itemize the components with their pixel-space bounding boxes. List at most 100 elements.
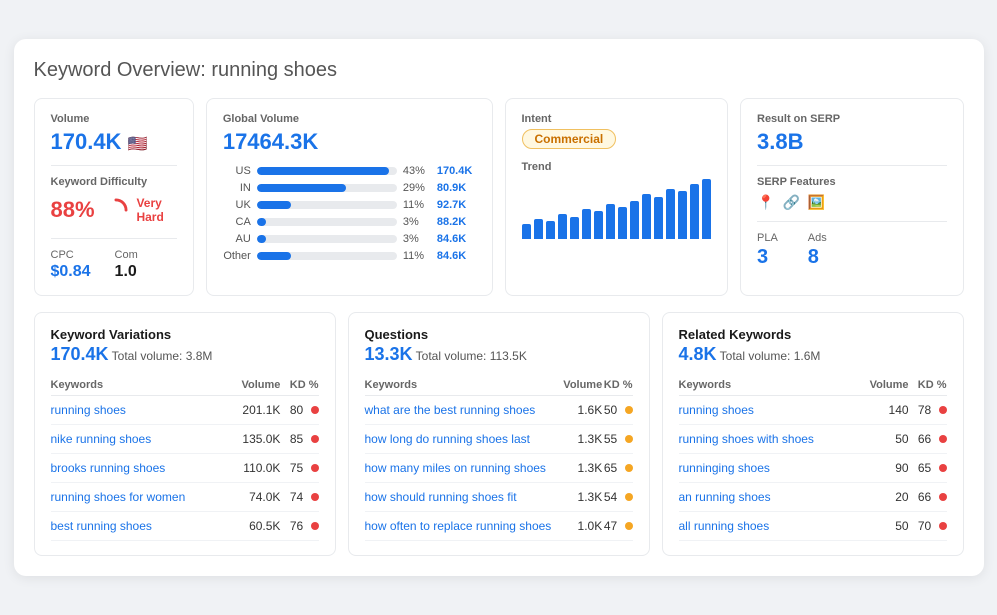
bar-count: 84.6K: [437, 250, 466, 262]
global-label: Global Volume: [223, 113, 476, 125]
q-col-volume: Volume: [561, 375, 602, 396]
bar-fill: [257, 201, 291, 209]
bar-pct: 11%: [403, 250, 431, 262]
bar-track: [257, 235, 397, 243]
trend-bar: [546, 221, 555, 239]
bar-fill: [257, 235, 266, 243]
keyword-cell[interactable]: running shoes: [51, 396, 229, 425]
kd-dot: [625, 406, 633, 414]
serp-value: 3.8B: [757, 129, 947, 155]
keyword-cell[interactable]: running shoes with shoes: [679, 425, 858, 454]
kd-text: Very Hard: [136, 196, 176, 224]
keyword-cell[interactable]: an running shoes: [679, 483, 858, 512]
volume-flag: 🇺🇸: [128, 136, 148, 153]
kv-total: Total volume: 3.8M: [112, 349, 213, 363]
keyword-cell[interactable]: running shoes for women: [51, 483, 229, 512]
kd-cell: 85: [280, 425, 318, 454]
keyword-cell[interactable]: how many miles on running shoes: [365, 454, 562, 483]
kd-dot: [625, 435, 633, 443]
bar-track: [257, 184, 397, 192]
q-meta: 13.3K Total volume: 113.5K: [365, 344, 633, 365]
kd-cell: 47: [602, 512, 632, 541]
kv-count: 170.4K: [51, 344, 109, 364]
global-volume-card: Global Volume 17464.3K US 43% 170.4K IN …: [206, 98, 493, 296]
table-row: an running shoes 20 66: [679, 483, 947, 512]
keyword-link[interactable]: running shoes: [51, 403, 126, 417]
keyword-cell[interactable]: running shoes: [679, 396, 858, 425]
trend-bar: [630, 201, 639, 239]
keyword-link[interactable]: brooks running shoes: [51, 461, 166, 475]
trend-label: Trend: [522, 161, 712, 173]
keyword-link[interactable]: best running shoes: [51, 519, 152, 533]
volume-cell: 135.0K: [229, 425, 281, 454]
volume-cell: 1.3K: [561, 454, 602, 483]
trend-bar: [534, 219, 543, 239]
rk-title: Related Keywords: [679, 327, 947, 342]
ads-label: Ads: [808, 232, 827, 244]
trend-bar: [702, 179, 711, 239]
keyword-cell[interactable]: how long do running shoes last: [365, 425, 562, 454]
kv-col-volume: Volume: [229, 375, 281, 396]
keyword-link[interactable]: running shoes with shoes: [679, 432, 814, 446]
q-col-kd: KD %: [602, 375, 632, 396]
table-row: runninging shoes 90 65: [679, 454, 947, 483]
keyword-link[interactable]: running shoes for women: [51, 490, 186, 504]
keyword-link[interactable]: all running shoes: [679, 519, 770, 533]
pla-block: PLA 3: [757, 232, 778, 269]
keyword-link[interactable]: how many miles on running shoes: [365, 461, 546, 475]
keyword-cell[interactable]: what are the best running shoes: [365, 396, 562, 425]
dashboard: Keyword Overview: running shoes Volume 1…: [14, 39, 984, 576]
keyword-link[interactable]: running shoes: [679, 403, 754, 417]
keyword-cell[interactable]: how should running shoes fit: [365, 483, 562, 512]
kd-dot: [311, 522, 319, 530]
table-row: what are the best running shoes 1.6K 50: [365, 396, 633, 425]
table-row: brooks running shoes 110.0K 75: [51, 454, 319, 483]
kd-cell: 66: [909, 483, 947, 512]
kd-cell: 70: [909, 512, 947, 541]
bar-country: US: [223, 165, 251, 177]
rk-total: Total volume: 1.6M: [720, 349, 821, 363]
bar-row: AU 3% 84.6K: [223, 233, 476, 245]
related-keywords-card: Related Keywords 4.8K Total volume: 1.6M…: [662, 312, 964, 556]
keyword-link[interactable]: runninging shoes: [679, 461, 770, 475]
bar-pct: 3%: [403, 233, 431, 245]
kv-col-keywords: Keywords: [51, 375, 229, 396]
keyword-link[interactable]: nike running shoes: [51, 432, 152, 446]
trend-bar: [618, 207, 627, 239]
keyword-link[interactable]: how often to replace running shoes: [365, 519, 552, 533]
location-icon: 📍: [757, 194, 774, 211]
kd-dot: [939, 406, 947, 414]
keyword-cell[interactable]: how often to replace running shoes: [365, 512, 562, 541]
keyword-link[interactable]: what are the best running shoes: [365, 403, 536, 417]
bar-country: IN: [223, 182, 251, 194]
kd-dot: [311, 435, 319, 443]
table-row: running shoes for women 74.0K 74: [51, 483, 319, 512]
keyword-cell[interactable]: brooks running shoes: [51, 454, 229, 483]
bar-pct: 3%: [403, 216, 431, 228]
kd-cell: 75: [280, 454, 318, 483]
table-row: running shoes 140 78: [679, 396, 947, 425]
trend-bar: [678, 191, 687, 239]
bar-row: CA 3% 88.2K: [223, 216, 476, 228]
kv-col-kd: KD %: [280, 375, 318, 396]
kd-cell: 54: [602, 483, 632, 512]
volume-cell: 90: [857, 454, 908, 483]
intent-card: Intent Commercial Trend: [505, 98, 729, 296]
kv-table: Keywords Volume KD % running shoes 201.1…: [51, 375, 319, 541]
keyword-cell[interactable]: runninging shoes: [679, 454, 858, 483]
trend-bar: [558, 214, 567, 239]
keyword-link[interactable]: how long do running shoes last: [365, 432, 530, 446]
volume-cell: 50: [857, 512, 908, 541]
kd-cell: 55: [602, 425, 632, 454]
ads-block: Ads 8: [808, 232, 827, 269]
q-title: Questions: [365, 327, 633, 342]
page-title: Keyword Overview: running shoes: [34, 59, 964, 82]
rk-col-volume: Volume: [857, 375, 908, 396]
keyword-cell[interactable]: nike running shoes: [51, 425, 229, 454]
bar-fill: [257, 252, 291, 260]
keyword-cell[interactable]: all running shoes: [679, 512, 858, 541]
keyword-link[interactable]: how should running shoes fit: [365, 490, 517, 504]
keyword-cell[interactable]: best running shoes: [51, 512, 229, 541]
keyword-link[interactable]: an running shoes: [679, 490, 771, 504]
table-row: how long do running shoes last 1.3K 55: [365, 425, 633, 454]
